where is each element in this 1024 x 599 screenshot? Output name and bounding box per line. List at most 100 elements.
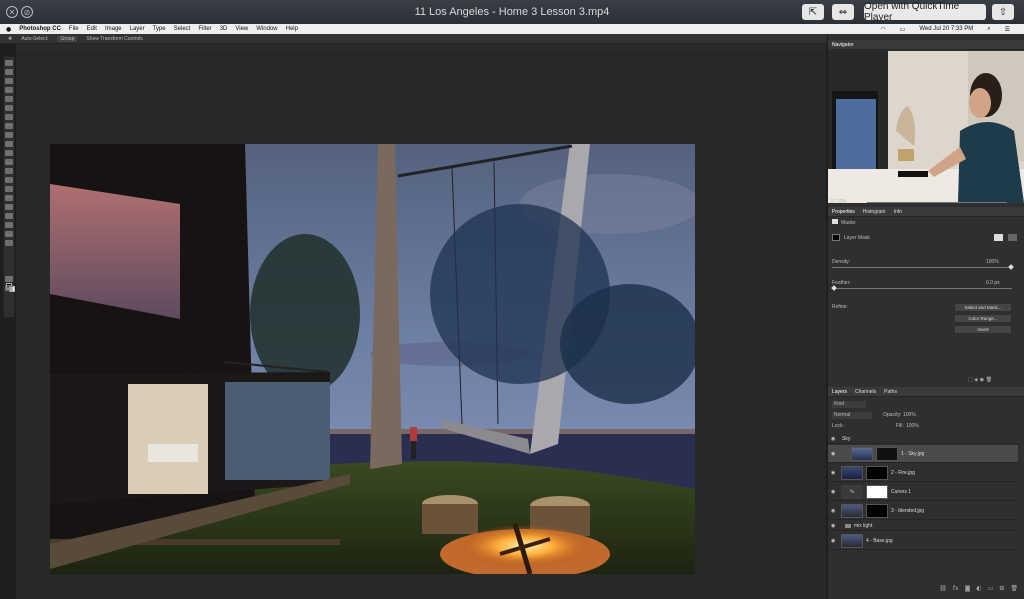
navigator-zoom-slider[interactable]	[866, 201, 1007, 203]
search-icon[interactable]: ⌕	[987, 25, 990, 33]
menu-image[interactable]: Image	[105, 26, 122, 32]
layer-row-sky[interactable]: ◉ 1 - Sky.jpg	[828, 445, 1018, 463]
layer-group-sky[interactable]: ◉ Sky	[828, 434, 1018, 444]
close-icon[interactable]: ✕	[6, 6, 18, 18]
select-and-mask-button[interactable]: Select and Mask...	[955, 304, 1011, 311]
history-brush-tool-icon[interactable]	[5, 141, 13, 147]
navigator-thumbnail[interactable]	[828, 51, 1024, 203]
tab-histogram[interactable]: Histogram	[863, 209, 886, 215]
invert-button[interactable]: Invert	[955, 326, 1011, 333]
delete-mask-icon[interactable]: 🗑	[986, 377, 992, 383]
pixel-mask-icon[interactable]	[994, 234, 1003, 241]
share-icon[interactable]: ⇧	[992, 4, 1014, 20]
layer-group-mix-light[interactable]: ◉ mix light	[828, 521, 1018, 531]
marquee-tool-icon[interactable]	[5, 69, 13, 75]
lasso-tool-icon[interactable]	[5, 78, 13, 84]
layer-mask-thumbnail[interactable]	[866, 503, 888, 518]
layer-row-fire[interactable]: ◉ 2 - Fire.jpg	[828, 464, 1018, 482]
vector-mask-icon[interactable]	[1008, 234, 1017, 241]
apple-icon[interactable]: ●	[6, 26, 11, 33]
navigator-tab[interactable]: Navigator	[832, 42, 853, 48]
opacity-value[interactable]: 100%	[903, 412, 916, 418]
layer-mask-thumbnail[interactable]	[866, 484, 888, 499]
hand-tool-icon[interactable]	[5, 222, 13, 228]
layer-row-blended[interactable]: ◉ 3 - blended.jpg	[828, 502, 1018, 520]
menu-select[interactable]: Select	[174, 26, 191, 32]
navigator-zoom-value[interactable]: 37.13%	[830, 199, 847, 205]
clone-stamp-tool-icon[interactable]	[5, 132, 13, 138]
tab-info[interactable]: Info	[894, 209, 902, 215]
density-slider[interactable]	[832, 267, 1012, 268]
menu-filter[interactable]: Filter	[198, 26, 211, 32]
quick-select-tool-icon[interactable]	[5, 87, 13, 93]
document-photo[interactable]	[50, 144, 695, 574]
layer-row-base[interactable]: ◉ 4 - Base.jpg	[828, 532, 1018, 550]
visibility-eye-icon[interactable]: ◉	[831, 508, 839, 514]
apply-mask-icon[interactable]: ◈	[974, 377, 978, 383]
move-tool-icon[interactable]: ✥	[8, 36, 12, 42]
screen-mode-icon[interactable]	[5, 285, 13, 291]
fx-icon[interactable]: fx	[953, 585, 959, 592]
tab-layers[interactable]: Layers	[832, 389, 847, 395]
clock[interactable]: Wed Jul 20 7:33 PM	[919, 26, 973, 32]
auto-select-dropdown[interactable]: Group	[57, 35, 78, 42]
load-selection-icon[interactable]: ⬚	[968, 377, 973, 383]
visibility-eye-icon[interactable]: ◉	[831, 436, 839, 442]
app-menu[interactable]: Photoshop CC	[19, 26, 61, 32]
menu-layer[interactable]: Layer	[130, 26, 145, 32]
minimize-icon[interactable]: ⊘	[21, 6, 33, 18]
adjustment-layer-icon[interactable]: ◐	[976, 585, 981, 592]
feather-slider[interactable]	[832, 288, 1012, 289]
visibility-eye-icon[interactable]: ◉	[831, 451, 839, 457]
healing-tool-icon[interactable]	[5, 114, 13, 120]
delete-layer-icon[interactable]: 🗑	[1010, 585, 1018, 592]
shape-tool-icon[interactable]	[5, 213, 13, 219]
fill-value[interactable]: 100%	[906, 423, 919, 429]
menu-view[interactable]: View	[235, 26, 248, 32]
new-layer-icon[interactable]: ⊞	[999, 585, 1004, 592]
crop-tool-icon[interactable]	[5, 96, 13, 102]
link-layers-icon[interactable]: ⛓	[939, 585, 947, 592]
layer-filter-dropdown[interactable]: Kind	[832, 401, 866, 408]
tab-paths[interactable]: Paths	[884, 389, 897, 395]
density-slider-thumb[interactable]	[1008, 264, 1014, 270]
menu-list-icon[interactable]: ☰	[1005, 26, 1010, 33]
feather-value[interactable]: 0.0 px	[986, 280, 1000, 286]
more-tools-icon[interactable]	[5, 240, 13, 246]
layer-mask-icon[interactable]	[832, 234, 840, 241]
color-range-button[interactable]: Color Range...	[955, 315, 1011, 322]
pen-tool-icon[interactable]	[5, 186, 13, 192]
gradient-tool-icon[interactable]	[5, 159, 13, 165]
layer-row-curves[interactable]: ◉ ∿ Curves 1	[828, 483, 1018, 501]
menu-file[interactable]: File	[69, 26, 79, 32]
quick-mask-icon[interactable]	[5, 276, 13, 282]
tab-properties[interactable]: Properties	[832, 209, 855, 215]
path-select-tool-icon[interactable]	[5, 204, 13, 210]
layer-mask-thumbnail[interactable]	[876, 446, 898, 461]
trim-icon[interactable]: ⇔	[832, 4, 854, 20]
auto-select-label[interactable]: Auto-Select:	[18, 36, 51, 42]
share-icon[interactable]: ⇱	[802, 4, 824, 20]
type-tool-icon[interactable]	[5, 195, 13, 201]
zoom-tool-icon[interactable]	[5, 231, 13, 237]
visibility-eye-icon[interactable]: ◉	[831, 489, 839, 495]
add-mask-icon[interactable]: ◙	[965, 585, 971, 592]
tab-channels[interactable]: Channels	[855, 389, 876, 395]
eraser-tool-icon[interactable]	[5, 150, 13, 156]
new-group-icon[interactable]: ▭	[988, 585, 994, 592]
density-value[interactable]: 100%	[986, 259, 999, 265]
show-transform-checkbox[interactable]: Show Transform Controls	[83, 36, 145, 42]
dodge-tool-icon[interactable]	[5, 177, 13, 183]
feather-slider-thumb[interactable]	[831, 285, 837, 291]
blur-tool-icon[interactable]	[5, 168, 13, 174]
visibility-eye-icon[interactable]: ◉	[831, 470, 839, 476]
menu-3d[interactable]: 3D	[220, 26, 228, 32]
move-tool-icon[interactable]	[5, 60, 13, 66]
battery-icon[interactable]: ▭	[900, 26, 906, 33]
menu-help[interactable]: Help	[286, 26, 298, 32]
disable-mask-icon[interactable]: ◉	[980, 377, 984, 383]
layer-mask-thumbnail[interactable]	[866, 465, 888, 480]
brush-tool-icon[interactable]	[5, 123, 13, 129]
open-with-quicktime-button[interactable]: Open with QuickTime Player	[864, 1, 986, 23]
wifi-icon[interactable]: ◠	[880, 26, 885, 33]
